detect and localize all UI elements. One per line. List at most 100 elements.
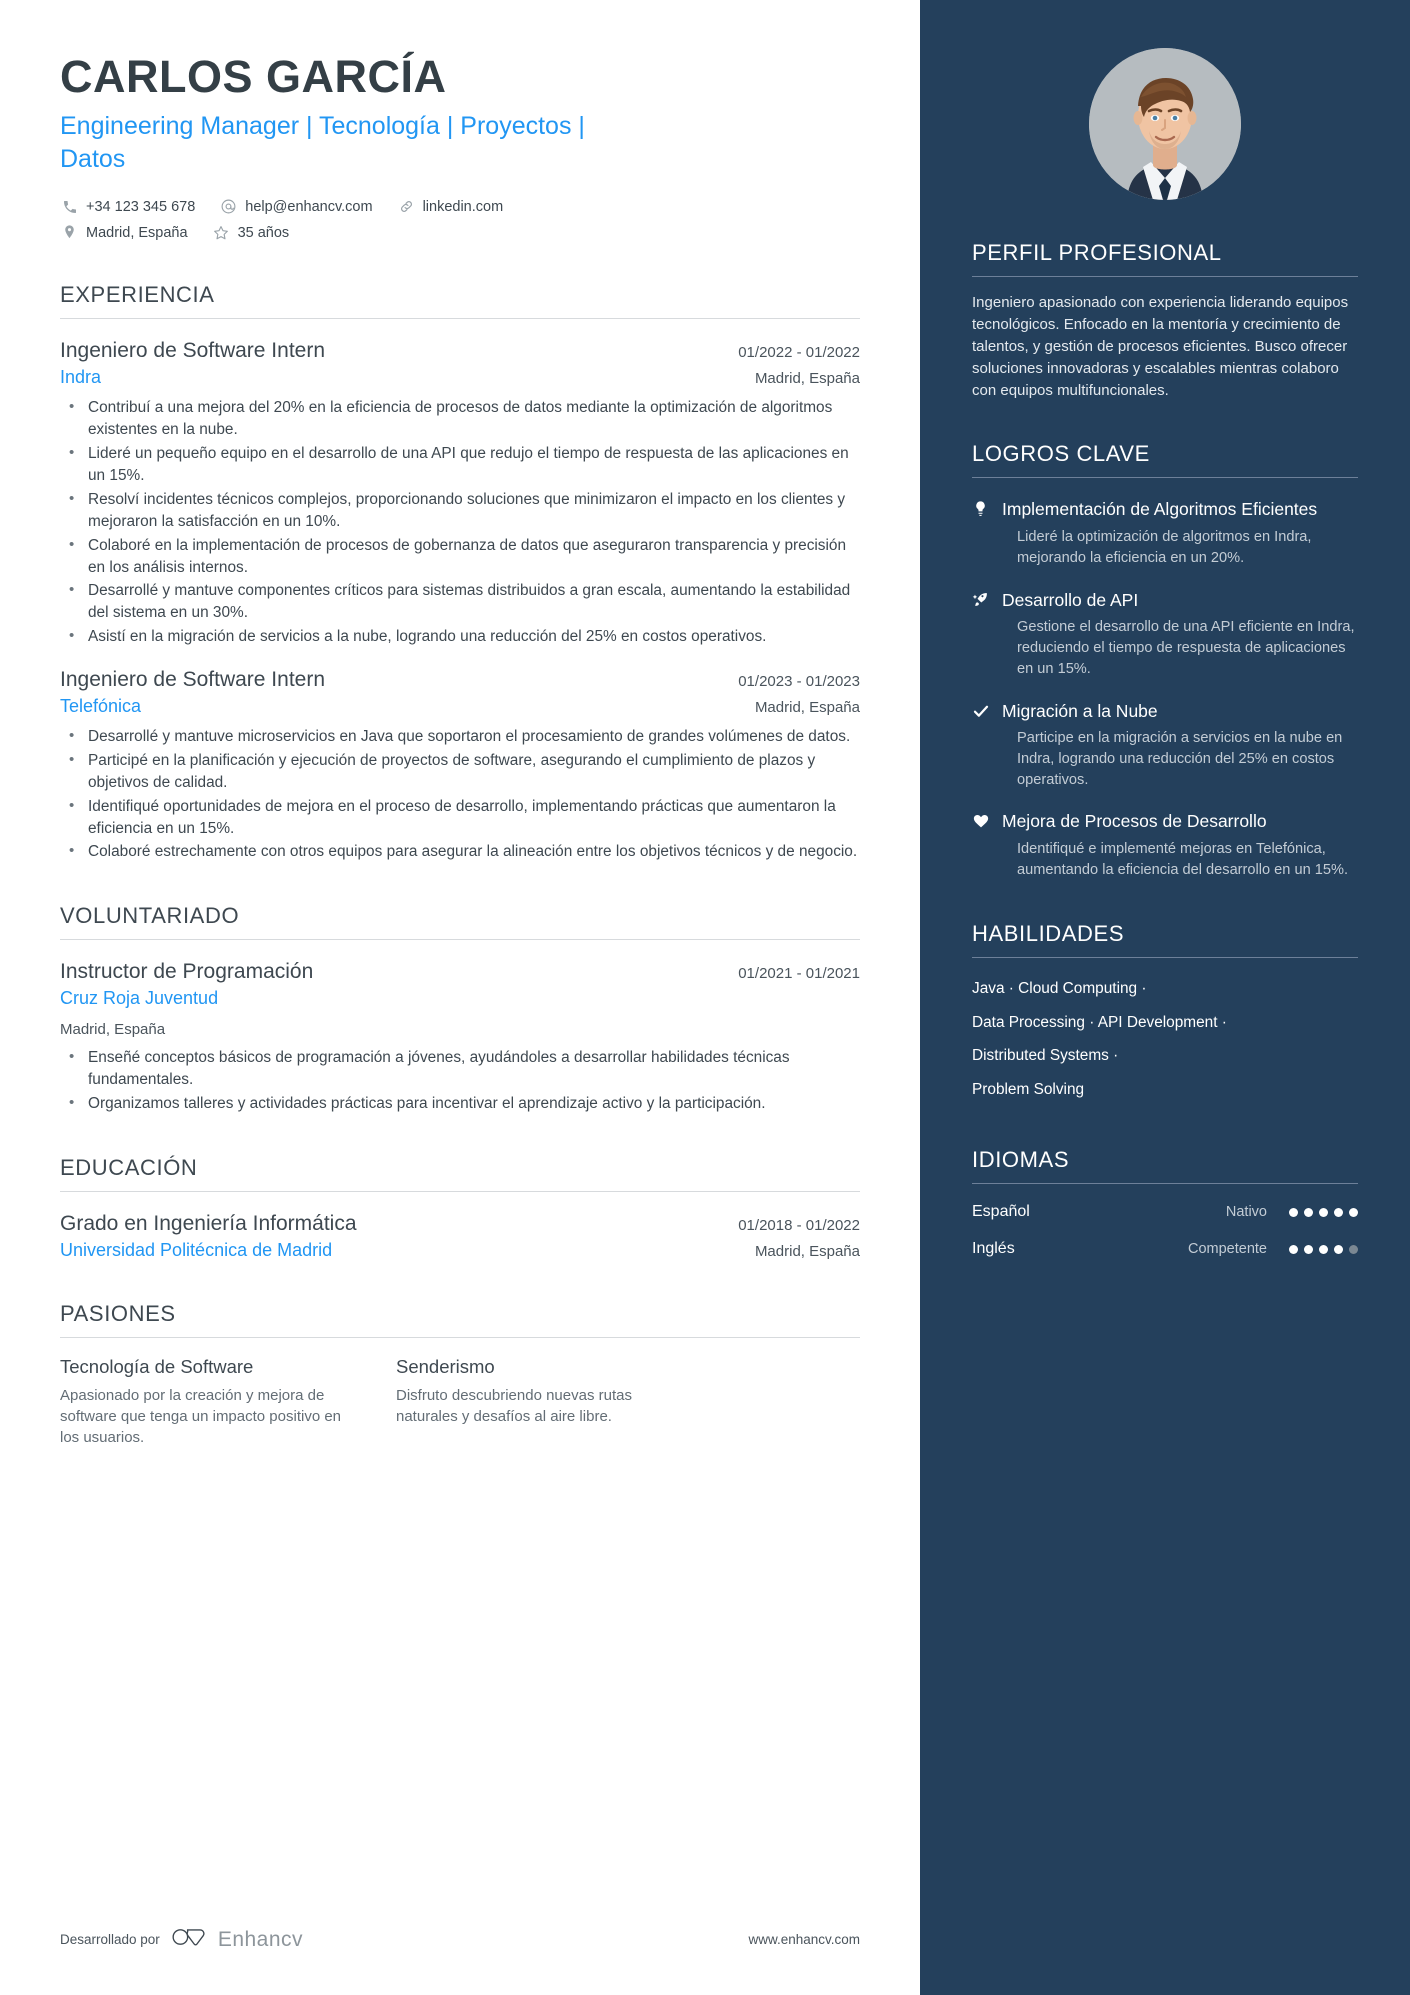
contact-linkedin-text: linkedin.com <box>422 198 504 215</box>
rating-dot-empty <box>1349 1244 1358 1254</box>
entry-header: Ingeniero de Software Intern 01/2022 - 0… <box>60 339 860 363</box>
rating-dot <box>1349 1207 1358 1217</box>
passions-grid: Tecnología de Software Apasionado por la… <box>60 1356 860 1449</box>
list-item: Colaboré estrechamente con otros equipos… <box>60 840 860 863</box>
experience-entry: Ingeniero de Software Intern 01/2023 - 0… <box>60 668 860 863</box>
section-title-achievements: LOGROS CLAVE <box>972 441 1150 467</box>
volunteer-org[interactable]: Cruz Roja Juventud <box>60 988 218 1009</box>
contact-age-text: 35 años <box>237 224 290 241</box>
achievement-title: Desarrollo de API <box>1002 589 1139 610</box>
degree-title: Grado en Ingeniería Informática <box>60 1211 357 1235</box>
list-item: Colaboré en la implementación de proceso… <box>60 534 860 579</box>
footer-credit-label: Desarrollado por <box>60 1932 160 1947</box>
link-icon <box>397 197 416 216</box>
contact-linkedin[interactable]: linkedin.com <box>397 197 504 216</box>
language-name: Inglés <box>972 1240 1015 1258</box>
footer-brand: Enhancv <box>217 1927 304 1951</box>
passion-title: Tecnología de Software <box>60 1355 254 1377</box>
volunteer-location: Madrid, España <box>60 1021 166 1039</box>
section-title-skills: HABILIDADES <box>972 920 1125 946</box>
achievement-title: Mejora de Procesos de Desarrollo <box>1002 811 1267 832</box>
divider <box>972 477 1358 479</box>
achievement-title: Implementación de Algoritmos Eficientes <box>1002 499 1318 520</box>
language-row: Español Nativo <box>972 1203 1358 1221</box>
achievement-body: Migración a la Nube Participe en la migr… <box>1002 700 1358 791</box>
contact-email[interactable]: help@enhancv.com <box>219 197 373 216</box>
section-title-education: EDUCACIÓN <box>60 1154 198 1180</box>
achievement-description: Gestione el desarrollo de una API eficie… <box>1017 619 1355 677</box>
language-rating-en <box>1289 1244 1358 1254</box>
avatar-wrapper <box>972 0 1358 200</box>
skill-line: Data Processing · API Development · <box>972 1013 1227 1031</box>
language-level: Nativo <box>1225 1204 1267 1221</box>
volunteering-entry: Instructor de Programación 01/2021 - 01/… <box>60 960 860 1115</box>
language-level: Competente <box>1188 1241 1267 1258</box>
location-icon <box>60 223 79 242</box>
heart-icon <box>972 810 1002 880</box>
achievement-body: Mejora de Procesos de Desarrollo Identif… <box>1002 810 1358 880</box>
section-title-passions: PASIONES <box>60 1300 176 1326</box>
education-entry: Grado en Ingeniería Informática 01/2018 … <box>60 1212 860 1261</box>
rating-dot <box>1304 1244 1313 1254</box>
volunteer-bullets: Enseñé conceptos básicos de programación… <box>60 1046 860 1115</box>
divider <box>60 939 860 941</box>
list-item: Asistí en la migración de servicios a la… <box>60 625 860 648</box>
footer-credit: Desarrollado por Enhancv <box>60 1926 303 1953</box>
passion-item: Tecnología de Software Apasionado por la… <box>60 1356 350 1449</box>
section-languages: IDIOMAS Español Nativo Inglés Competente <box>972 1147 1358 1258</box>
avatar-photo <box>1089 48 1241 200</box>
divider <box>60 318 860 320</box>
section-passions: PASIONES Tecnología de Software Apasiona… <box>60 1301 860 1449</box>
divider <box>972 276 1358 277</box>
list-item: Enseñé conceptos básicos de programación… <box>60 1046 860 1091</box>
job-title: Ingeniero de Software Intern <box>60 339 326 363</box>
entry-header: Ingeniero de Software Intern 01/2023 - 0… <box>60 668 860 692</box>
rating-dot <box>1304 1207 1313 1217</box>
skills-list: Java · Cloud Computing · Data Processing… <box>972 972 1358 1108</box>
achievement-body: Desarrollo de API Gestione el desarrollo… <box>1002 589 1358 680</box>
section-title-volunteering: VOLUNTARIADO <box>60 903 240 929</box>
passion-description: Disfruto descubriendo nuevas rutas natur… <box>396 1386 632 1426</box>
entry-subheader: Cruz Roja Juventud <box>60 988 860 1009</box>
rating-dot <box>1334 1207 1343 1217</box>
company-name[interactable]: Indra <box>60 367 101 388</box>
check-icon <box>972 700 1002 791</box>
contact-age: 35 años <box>212 223 290 242</box>
footer-url[interactable]: www.enhancv.com <box>748 1932 860 1947</box>
phone-icon <box>60 197 79 216</box>
achievement-item: Implementación de Algoritmos Eficientes … <box>972 498 1358 568</box>
school-location: Madrid, España <box>754 1242 860 1260</box>
list-item: Organizamos talleres y actividades práct… <box>60 1092 860 1115</box>
main-column: CARLOS GARCÍA Engineering Manager | Tecn… <box>0 0 920 1995</box>
divider <box>60 1190 860 1192</box>
skill-line: Problem Solving <box>972 1081 1085 1099</box>
language-level-wrap: Nativo <box>1030 1204 1289 1220</box>
section-education: EDUCACIÓN Grado en Ingeniería Informátic… <box>60 1155 860 1261</box>
skill-line: Distributed Systems · <box>972 1047 1119 1065</box>
email-icon <box>219 197 238 216</box>
school-name[interactable]: Universidad Politécnica de Madrid <box>60 1240 332 1261</box>
rocket-icon <box>972 589 1002 680</box>
divider <box>972 956 1358 958</box>
experience-entry: Ingeniero de Software Intern 01/2022 - 0… <box>60 339 860 648</box>
language-name: Español <box>972 1203 1030 1221</box>
list-item: Lideré un pequeño equipo en el desarroll… <box>60 442 860 487</box>
rating-dot <box>1334 1244 1343 1254</box>
contact-location-text: Madrid, España <box>86 224 188 241</box>
company-name[interactable]: Telefónica <box>60 696 141 717</box>
achievement-body: Implementación de Algoritmos Eficientes … <box>1002 498 1358 568</box>
lightbulb-icon <box>972 498 1002 568</box>
contact-row-1: +34 123 345 678 help@enhancv.com linkedi… <box>60 197 860 216</box>
degree-date: 01/2018 - 01/2022 <box>738 1216 860 1234</box>
headline: Engineering Manager | Tecnología | Proye… <box>60 112 585 173</box>
section-volunteering: VOLUNTARIADO Instructor de Programación … <box>60 903 860 1115</box>
contact-phone-text: +34 123 345 678 <box>86 198 196 215</box>
achievement-description: Lideré la optimización de algoritmos en … <box>1017 529 1312 566</box>
divider <box>60 1336 860 1338</box>
job-location: Madrid, España <box>754 370 860 388</box>
passion-item: Senderismo Disfruto descubriendo nuevas … <box>396 1356 686 1449</box>
rating-dot <box>1319 1207 1328 1217</box>
job-title: Ingeniero de Software Intern <box>60 668 326 692</box>
volunteer-role: Instructor de Programación <box>60 960 314 984</box>
list-item: Desarrollé y mantuve microservicios en J… <box>60 725 860 748</box>
